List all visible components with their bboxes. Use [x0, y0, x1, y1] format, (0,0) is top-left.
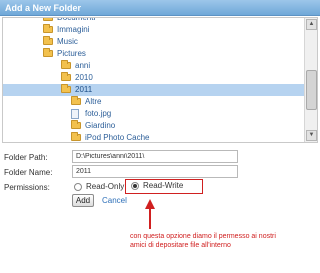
annotation-note: con questa opzione diamo il permesso ai …: [130, 233, 276, 249]
